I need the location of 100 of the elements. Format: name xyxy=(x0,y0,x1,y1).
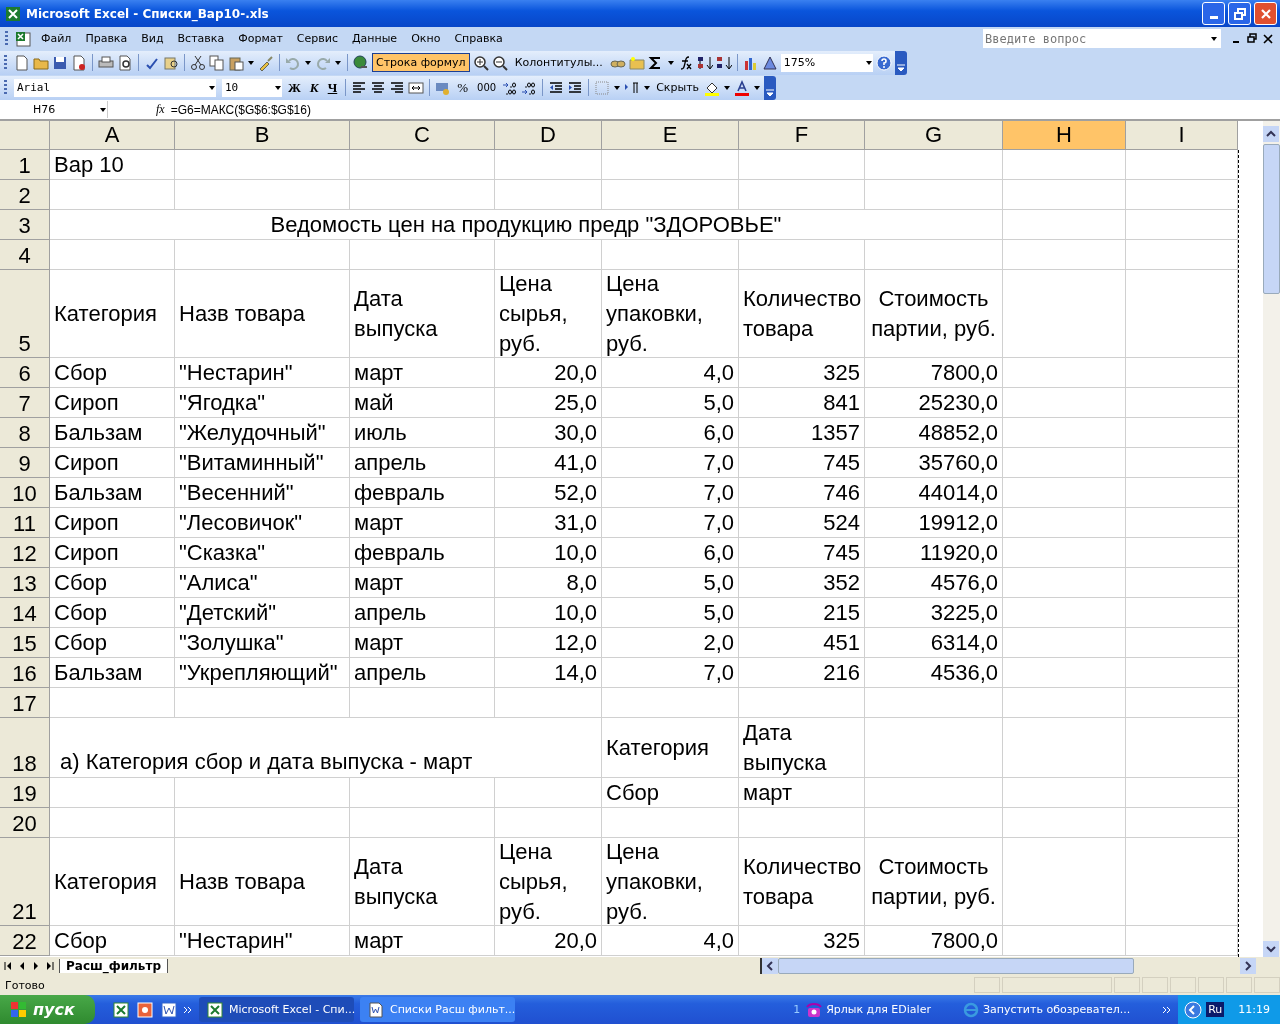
menu-item[interactable]: Окно xyxy=(404,30,448,47)
italic-button[interactable]: К xyxy=(306,79,322,96)
scissors-icon[interactable] xyxy=(190,54,206,71)
merge-center-icon[interactable] xyxy=(408,79,425,96)
font-name-field[interactable]: Arial xyxy=(14,78,216,97)
menu-item[interactable]: Вид xyxy=(134,30,171,47)
print-icon[interactable] xyxy=(98,54,114,71)
fx-label[interactable]: fx xyxy=(156,102,165,117)
row-header[interactable]: 5 xyxy=(0,270,50,358)
scroll-left-icon[interactable] xyxy=(762,958,778,974)
row-header[interactable]: 13 xyxy=(0,568,50,598)
row-header[interactable]: 20 xyxy=(0,808,50,838)
decrease-decimal-icon[interactable] xyxy=(521,79,538,96)
menu-item[interactable]: Файл xyxy=(34,30,79,47)
show-hidden-icons-icon[interactable] xyxy=(1184,1000,1203,1019)
column-header[interactable]: I xyxy=(1126,121,1238,150)
globe-link-icon[interactable] xyxy=(353,54,369,71)
decrease-indent-icon[interactable] xyxy=(548,79,565,96)
vertical-scrollbar[interactable] xyxy=(1263,121,1280,957)
column-header[interactable]: A xyxy=(50,121,175,150)
row-header[interactable]: 18 xyxy=(0,718,50,778)
row-header[interactable]: 21 xyxy=(0,838,50,926)
menu-item[interactable]: Сервис xyxy=(289,30,345,47)
increase-decimal-icon[interactable] xyxy=(502,79,519,96)
zoom-out-icon[interactable] xyxy=(491,54,508,71)
sheet-tab[interactable]: Расш_фильтр xyxy=(59,959,168,973)
align-right-icon[interactable] xyxy=(389,79,406,96)
row-header[interactable]: 19 xyxy=(0,778,50,808)
last-sheet-icon[interactable] xyxy=(45,960,55,972)
close-button[interactable] xyxy=(1254,2,1277,25)
paste-icon[interactable] xyxy=(228,54,244,71)
column-header[interactable]: F xyxy=(739,121,865,150)
horizontal-scrollbar[interactable] xyxy=(760,958,1256,974)
scroll-up-icon[interactable] xyxy=(1263,126,1279,142)
row-header[interactable]: 16 xyxy=(0,658,50,688)
minimize-button[interactable] xyxy=(1202,2,1225,25)
zoom-in-icon[interactable] xyxy=(472,54,489,71)
first-sheet-icon[interactable] xyxy=(3,960,13,972)
shortcut-button[interactable]: Ярлык для EDialer xyxy=(806,1001,931,1018)
permission-icon[interactable] xyxy=(71,54,87,71)
column-header[interactable]: H xyxy=(1003,121,1126,150)
next-sheet-icon[interactable] xyxy=(31,960,41,972)
restore-icon[interactable] xyxy=(1247,32,1257,45)
help-search-field[interactable]: Введите вопрос xyxy=(982,28,1222,49)
menu-item[interactable]: Формат xyxy=(231,30,290,47)
hide-button[interactable]: Скрыть xyxy=(654,78,702,97)
menu-item[interactable]: Справка xyxy=(447,30,510,47)
spreadsheet-icon[interactable] xyxy=(15,30,31,47)
underline-button[interactable]: Ч xyxy=(324,79,341,96)
drawing-icon[interactable] xyxy=(761,54,778,71)
increase-indent-icon[interactable] xyxy=(567,79,584,96)
document-icon[interactable] xyxy=(161,1001,177,1018)
row-header[interactable]: 6 xyxy=(0,358,50,388)
scroll-right-icon[interactable] xyxy=(1240,958,1256,974)
save-icon[interactable] xyxy=(52,54,68,71)
help-icon[interactable] xyxy=(875,54,892,71)
row-header[interactable]: 22 xyxy=(0,926,50,956)
row-header[interactable]: 8 xyxy=(0,418,50,448)
menu-item[interactable]: Данные xyxy=(344,30,405,47)
research-icon[interactable] xyxy=(163,54,179,71)
scroll-down-icon[interactable] xyxy=(1263,941,1279,957)
row-header[interactable]: 17 xyxy=(0,688,50,718)
paragraph-direction-icon[interactable] xyxy=(624,79,641,96)
row-header[interactable]: 11 xyxy=(0,508,50,538)
column-header[interactable]: D xyxy=(495,121,602,150)
menu-item[interactable]: Вставка xyxy=(170,30,232,47)
row-header[interactable]: 15 xyxy=(0,628,50,658)
headers-footers-button[interactable]: Колонтитулы... xyxy=(510,53,607,72)
new-document-icon[interactable] xyxy=(14,54,30,71)
formula-bar-button[interactable]: Строка формул xyxy=(372,53,470,72)
percent-button[interactable]: % xyxy=(454,79,472,96)
column-header[interactable]: G xyxy=(865,121,1003,150)
browser-button[interactable]: Запустить обозревател... xyxy=(962,1001,1131,1018)
scroll-thumb[interactable] xyxy=(778,958,1134,974)
chevron-icon[interactable] xyxy=(1162,1004,1173,1015)
language-indicator[interactable]: Ru xyxy=(1206,1002,1225,1017)
row-header[interactable]: 2 xyxy=(0,180,50,210)
close-icon[interactable] xyxy=(1263,32,1273,45)
row-header[interactable]: 7 xyxy=(0,388,50,418)
align-center-icon[interactable] xyxy=(370,79,387,96)
font-color-icon[interactable] xyxy=(734,79,751,96)
copy-icon[interactable] xyxy=(209,54,225,71)
brush-icon[interactable] xyxy=(258,54,274,71)
row-header[interactable]: 9 xyxy=(0,448,50,478)
row-header[interactable]: 4 xyxy=(0,240,50,270)
row-header[interactable]: 1 xyxy=(0,150,50,180)
restore-button[interactable] xyxy=(1228,2,1251,25)
row-header[interactable]: 3 xyxy=(0,210,50,240)
formula-field[interactable]: =G6=МАКС($G$6:$G$16) xyxy=(170,102,311,117)
sort-descending-icon[interactable] xyxy=(715,54,732,71)
align-left-icon[interactable] xyxy=(351,79,368,96)
sort-ascending-icon[interactable] xyxy=(696,54,713,71)
start-button[interactable]: пуск xyxy=(0,995,95,1024)
taskbar-button[interactable]: Списки Расш фильт... xyxy=(360,997,515,1022)
row-header[interactable]: 10 xyxy=(0,478,50,508)
column-header[interactable]: B xyxy=(175,121,350,150)
row-header[interactable]: 12 xyxy=(0,538,50,568)
bold-button[interactable]: Ж xyxy=(285,79,304,96)
scroll-thumb[interactable] xyxy=(1263,144,1280,294)
taskbar-button[interactable]: Microsoft Excel - Спи... xyxy=(199,997,354,1022)
